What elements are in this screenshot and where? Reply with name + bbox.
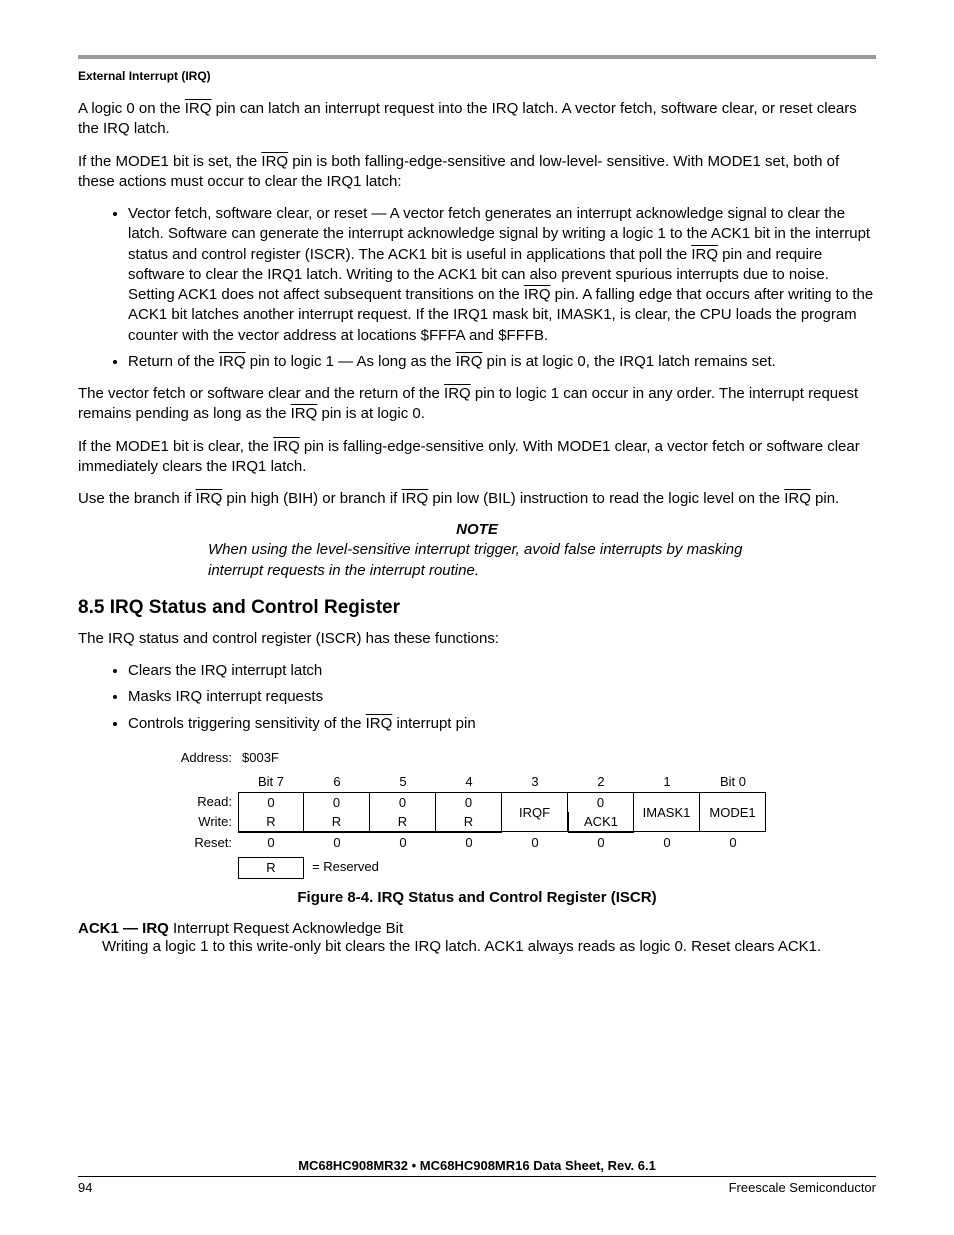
reg-cell: R (238, 812, 304, 833)
reg-cell: 0 (436, 833, 502, 853)
list-item: Return of the IRQ pin to logic 1 — As lo… (128, 352, 876, 372)
reg-cell: 0 (238, 833, 304, 853)
reserved-label: = Reserved (304, 857, 379, 879)
text: A logic 0 on the (78, 100, 185, 117)
text: If the MODE1 bit is set, the (78, 153, 261, 170)
reg-cell: ACK1 (568, 812, 634, 833)
irq-overline: IRQ (196, 490, 223, 507)
top-rule (78, 55, 876, 59)
bit-def-title: ACK1 — IRQ Interrupt Request Acknowledge… (78, 920, 876, 937)
irq-overline: IRQ (444, 385, 471, 402)
running-header: External Interrupt (IRQ) (78, 69, 876, 83)
paragraph-3: The vector fetch or software clear and t… (78, 384, 876, 425)
reg-cell (700, 812, 766, 833)
text: pin is at logic 0, the IRQ1 latch remain… (482, 353, 775, 370)
address-value: $003F (238, 748, 304, 768)
irq-overline: IRQ (456, 353, 483, 370)
irq-overline: IRQ (219, 353, 246, 370)
reg-cell: 0 (370, 833, 436, 853)
reset-label: Reset: (167, 833, 238, 853)
text: pin to logic 1 — As long as the (246, 353, 456, 370)
irq-overline: IRQ (366, 715, 393, 732)
reg-cell: R (370, 812, 436, 833)
irq-overline: IRQ (261, 153, 288, 170)
text: Return of the (128, 353, 219, 370)
address-label: Address: (167, 748, 238, 768)
irq-overline: IRQ (401, 490, 428, 507)
text: interrupt pin (392, 715, 475, 732)
text: pin high (BIH) or branch if (222, 490, 401, 507)
footer-doc-title: MC68HC908MR32 • MC68HC908MR16 Data Sheet… (78, 1158, 876, 1177)
text: ACK1 — IRQ (78, 920, 169, 937)
bit-definition: ACK1 — IRQ Interrupt Request Acknowledge… (78, 920, 876, 957)
reserved-key: R (238, 857, 304, 879)
paragraph-5: Use the branch if IRQ pin high (BIH) or … (78, 489, 876, 509)
note-body: When using the level-sensitive interrupt… (208, 540, 746, 581)
reg-cell (634, 812, 700, 833)
list-item: Vector fetch, software clear, or reset —… (128, 204, 876, 346)
reg-cell: R (436, 812, 502, 833)
page-footer: MC68HC908MR32 • MC68HC908MR16 Data Sheet… (78, 1158, 876, 1195)
reg-cell: 0 (502, 833, 568, 853)
section-heading: 8.5 IRQ Status and Control Register (78, 597, 876, 619)
bit-label: 6 (304, 772, 370, 792)
text: Use the branch if (78, 490, 196, 507)
text: Controls triggering sensitivity of the (128, 715, 366, 732)
bit-label: 2 (568, 772, 634, 792)
list-item: Clears the IRQ interrupt latch (128, 661, 876, 681)
bit-def-body: Writing a logic 1 to this write-only bit… (102, 937, 876, 957)
text: Interrupt Request Acknowledge Bit (169, 920, 403, 937)
address-row: Address: $003F (167, 748, 787, 768)
text: pin. (811, 490, 839, 507)
list-item: Masks IRQ interrupt requests (128, 687, 876, 707)
bit-label: 4 (436, 772, 502, 792)
reg-cell: 0 (568, 833, 634, 853)
paragraph-2: If the MODE1 bit is set, the IRQ pin is … (78, 152, 876, 193)
irq-overline: IRQ (291, 405, 318, 422)
register-diagram: Address: $003F Bit 7 6 5 4 3 2 1 Bit 0 R… (167, 748, 787, 906)
reg-cell: 0 (700, 833, 766, 853)
write-label: Write: (167, 812, 238, 833)
write-row: Write: R R R R ACK1 (167, 792, 787, 833)
text: If the MODE1 bit is clear, the (78, 438, 273, 455)
reserved-legend: R = Reserved (167, 857, 787, 879)
irq-overline: IRQ (185, 100, 212, 117)
list-item: Controls triggering sensitivity of the I… (128, 714, 876, 734)
text: Write: (198, 814, 232, 829)
paragraph-4: If the MODE1 bit is clear, the IRQ pin i… (78, 437, 876, 478)
irq-overline: IRQ (784, 490, 811, 507)
text: The vector fetch or software clear and t… (78, 385, 444, 402)
page: External Interrupt (IRQ) A logic 0 on th… (0, 0, 954, 1235)
reg-cell: 0 (304, 833, 370, 853)
bit-labels-row: Bit 7 6 5 4 3 2 1 Bit 0 (167, 772, 787, 792)
page-number: 94 (78, 1180, 92, 1195)
irq-overline: IRQ (691, 246, 718, 263)
company-name: Freescale Semiconductor (729, 1180, 876, 1195)
bit-label: 5 (370, 772, 436, 792)
reg-cell (502, 812, 568, 833)
bit-label: 1 (634, 772, 700, 792)
reg-cell: R (304, 812, 370, 833)
figure-caption: Figure 8-4. IRQ Status and Control Regis… (167, 889, 787, 906)
bit-label: Bit 0 (700, 772, 766, 792)
section-intro: The IRQ status and control register (ISC… (78, 629, 876, 649)
irq-overline: IRQ (524, 286, 551, 303)
reg-cell: 0 (634, 833, 700, 853)
paragraph-1: A logic 0 on the IRQ pin can latch an in… (78, 99, 876, 140)
bit-label: Bit 7 (238, 772, 304, 792)
bullet-list-1: Vector fetch, software clear, or reset —… (78, 204, 876, 372)
text: pin is at logic 0. (317, 405, 425, 422)
note-title: NOTE (78, 521, 876, 538)
irq-overline: IRQ (273, 438, 300, 455)
reset-row: Reset: 0 0 0 0 0 0 0 0 (167, 833, 787, 853)
bit-label: 3 (502, 772, 568, 792)
text: pin low (BIL) instruction to read the lo… (428, 490, 784, 507)
bullet-list-2: Clears the IRQ interrupt latch Masks IRQ… (78, 661, 876, 734)
